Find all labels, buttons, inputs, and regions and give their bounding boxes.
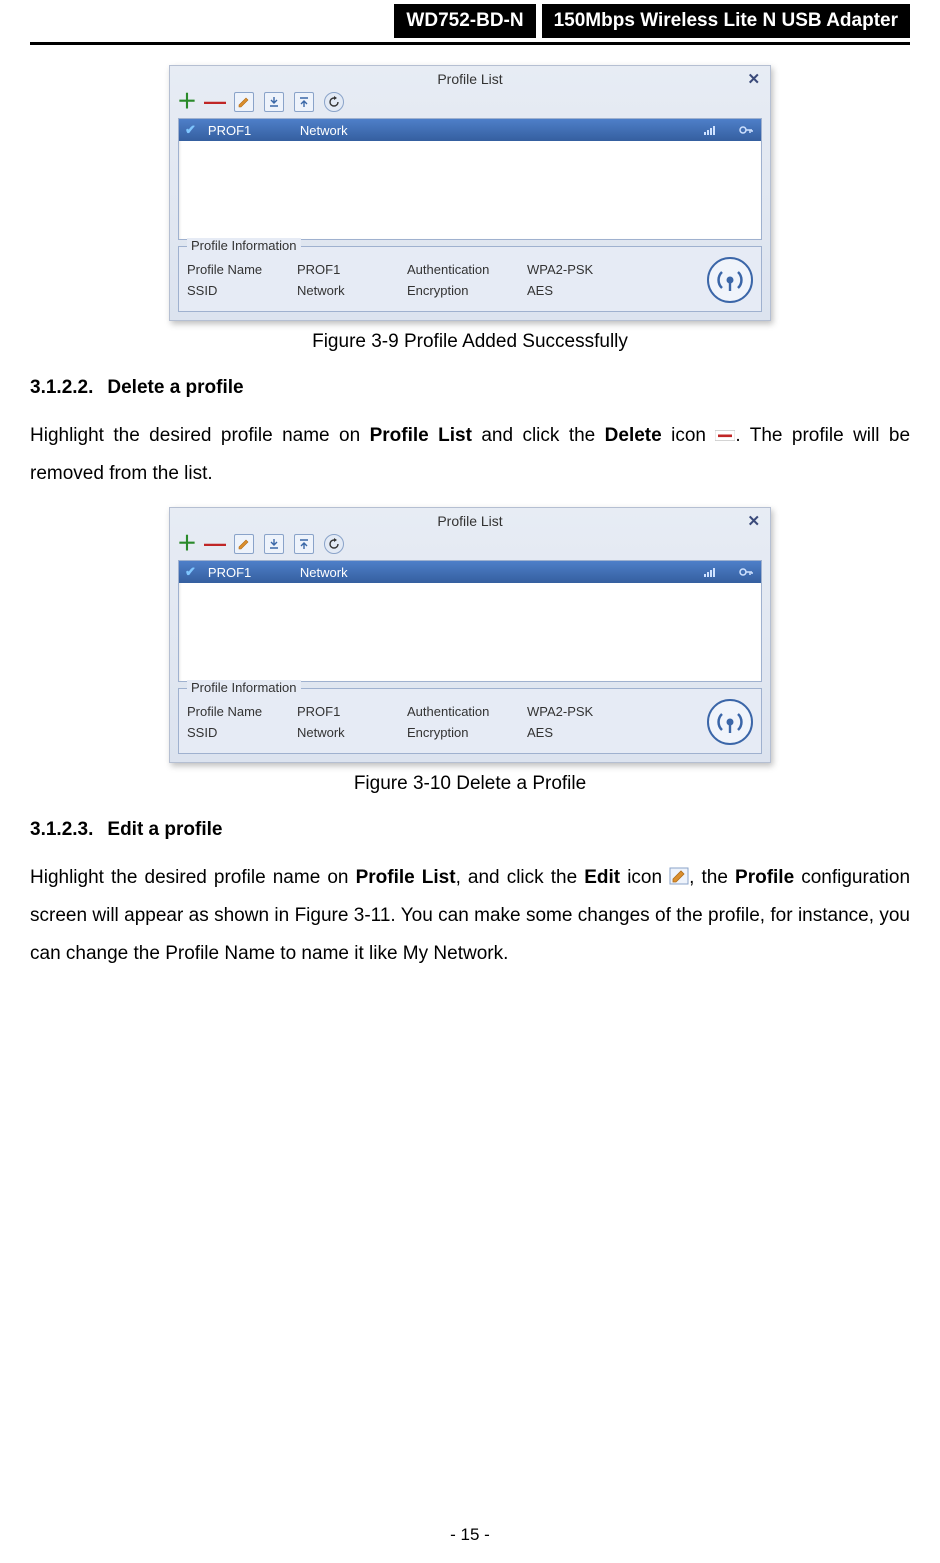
page-header: WD752-BD-N 150Mbps Wireless Lite N USB A… (30, 0, 910, 45)
value-encryption: AES (527, 725, 617, 740)
profile-list-window: Profile List ✕ ＋ — (169, 65, 771, 321)
label-profile-name: Profile Name (187, 704, 297, 719)
profile-information-group: Profile Information Profile Name PROF1 A… (178, 688, 762, 754)
edit-inline-icon (669, 861, 689, 876)
wireless-radio-icon (707, 699, 753, 745)
window-title: Profile List (437, 513, 502, 529)
import-icon[interactable] (264, 92, 284, 112)
import-icon[interactable] (264, 534, 284, 554)
list-item[interactable]: ✔ PROF1 Network (179, 561, 761, 583)
profile-information-legend: Profile Information (187, 680, 301, 695)
row-ssid: Network (300, 123, 687, 138)
value-profile-name: PROF1 (297, 704, 407, 719)
value-authentication: WPA2-PSK (527, 704, 617, 719)
window-title-bar: Profile List ✕ (170, 66, 770, 88)
header-model: WD752-BD-N (394, 4, 535, 38)
export-icon[interactable] (294, 534, 314, 554)
row-profile-name: PROF1 (208, 565, 288, 580)
security-key-icon (737, 123, 755, 137)
security-key-icon (737, 565, 755, 579)
profile-list-window: Profile List ✕ ＋ — (169, 507, 771, 763)
signal-icon (699, 565, 725, 579)
figure-3-10-wrap: Profile List ✕ ＋ — (30, 507, 910, 795)
figure-3-9-wrap: Profile List ✕ ＋ — (30, 65, 910, 353)
value-profile-name: PROF1 (297, 262, 407, 277)
section-number: 3.1.2.3. (30, 819, 93, 840)
close-icon[interactable]: ✕ (743, 512, 764, 530)
wireless-radio-icon (707, 257, 753, 303)
label-profile-name: Profile Name (187, 262, 297, 277)
signal-icon (699, 123, 725, 137)
label-authentication: Authentication (407, 704, 527, 719)
label-ssid: SSID (187, 725, 297, 740)
export-icon[interactable] (294, 92, 314, 112)
toolbar: ＋ — (170, 530, 770, 560)
section-3-1-2-2-heading: 3.1.2.2. Delete a profile (30, 377, 910, 399)
section-3-1-2-2-text: Highlight the desired profile name on Pr… (30, 417, 910, 493)
active-checkmark-icon: ✔ (185, 122, 196, 138)
delete-inline-icon (715, 419, 735, 434)
profile-listbox[interactable]: ✔ PROF1 Network (178, 118, 762, 240)
label-authentication: Authentication (407, 262, 527, 277)
profile-listbox[interactable]: ✔ PROF1 Network (178, 560, 762, 682)
section-number: 3.1.2.2. (30, 377, 93, 398)
profile-information-legend: Profile Information (187, 238, 301, 253)
delete-icon[interactable]: — (206, 535, 224, 553)
refresh-icon[interactable] (324, 534, 344, 554)
label-encryption: Encryption (407, 283, 527, 298)
figure-3-9-caption: Figure 3-9 Profile Added Successfully (30, 331, 910, 353)
value-ssid: Network (297, 283, 407, 298)
window-title: Profile List (437, 71, 502, 87)
value-encryption: AES (527, 283, 617, 298)
section-title: Delete a profile (107, 377, 243, 398)
window-title-bar: Profile List ✕ (170, 508, 770, 530)
value-ssid: Network (297, 725, 407, 740)
row-profile-name: PROF1 (208, 123, 288, 138)
add-icon[interactable]: ＋ (178, 535, 196, 553)
active-checkmark-icon: ✔ (185, 564, 196, 580)
value-authentication: WPA2-PSK (527, 262, 617, 277)
edit-icon[interactable] (234, 534, 254, 554)
close-icon[interactable]: ✕ (743, 70, 764, 88)
edit-icon[interactable] (234, 92, 254, 112)
row-ssid: Network (300, 565, 687, 580)
header-title: 150Mbps Wireless Lite N USB Adapter (542, 4, 910, 38)
section-3-1-2-3-text: Highlight the desired profile name on Pr… (30, 859, 910, 973)
delete-icon[interactable]: — (206, 93, 224, 111)
profile-information-group: Profile Information Profile Name PROF1 A… (178, 246, 762, 312)
figure-3-10-caption: Figure 3-10 Delete a Profile (30, 773, 910, 795)
toolbar: ＋ — (170, 88, 770, 118)
label-ssid: SSID (187, 283, 297, 298)
section-title: Edit a profile (107, 819, 222, 840)
page-number: - 15 - (0, 1525, 940, 1545)
label-encryption: Encryption (407, 725, 527, 740)
list-item[interactable]: ✔ PROF1 Network (179, 119, 761, 141)
add-icon[interactable]: ＋ (178, 93, 196, 111)
refresh-icon[interactable] (324, 92, 344, 112)
section-3-1-2-3-heading: 3.1.2.3. Edit a profile (30, 819, 910, 841)
